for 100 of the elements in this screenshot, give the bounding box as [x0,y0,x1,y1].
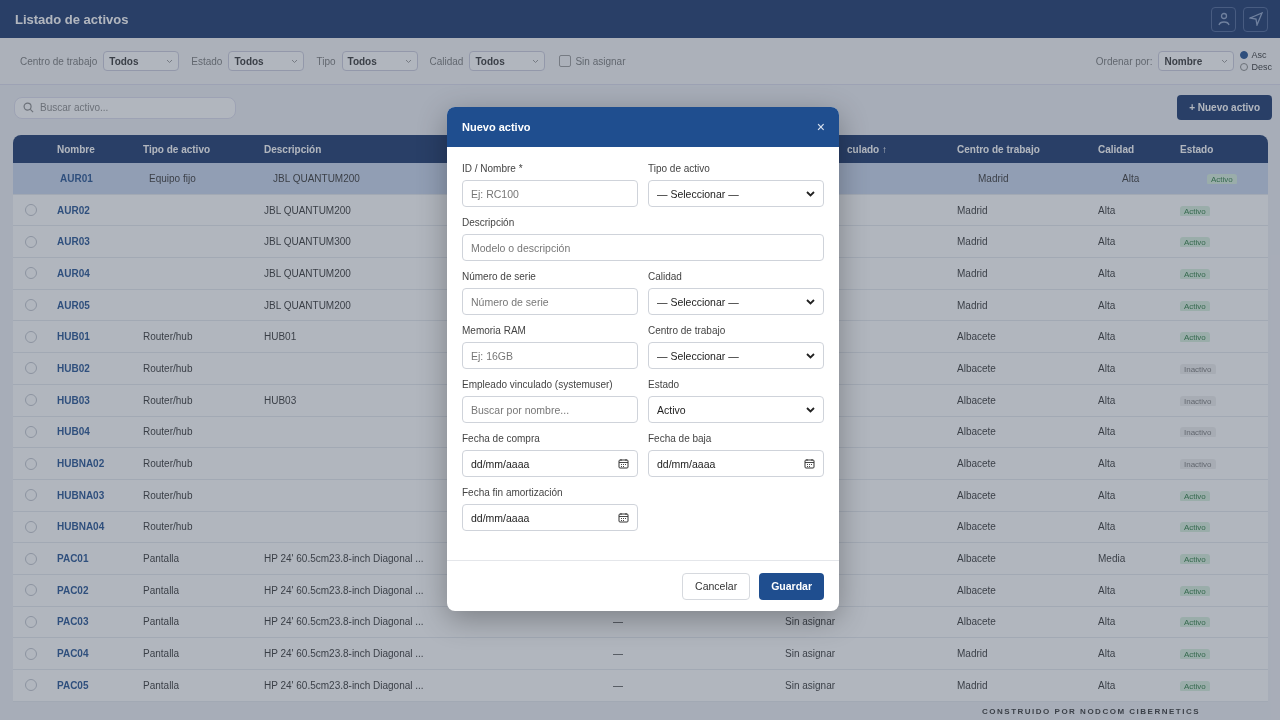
status-badge: Inactivo [1180,395,1216,406]
table-cell: Madrid [957,648,988,660]
table-cell: Alta [1098,394,1116,406]
table-cell: HUB03 [264,394,297,406]
table-cell: Albacete [957,616,996,628]
table-cell: Albacete [957,521,996,533]
table-cell: Madrid [957,267,988,279]
table-cell: Router/hub [143,362,193,374]
table-cell: Router/hub [143,426,193,438]
table-cell: Madrid [957,204,988,216]
status-badge: Activo [1180,268,1210,279]
field-label: Tipo de activo [648,163,711,174]
table-cell: Alta [1098,204,1116,216]
field-label: Fecha de baja [648,433,713,444]
table-cell: HUB01 [264,331,297,343]
table-cell: HP 24' 60.5cm23.8-inch Diagonal ... [264,679,424,691]
table-cell: Pantalla [143,616,180,628]
table-cell: Albacete [957,458,996,470]
status-badge: Activo [1180,554,1210,565]
status-badge: Inactivo [1180,427,1216,438]
table-cell: Alta [1098,489,1116,501]
table-cell: — [613,648,623,660]
table-cell: Alta [1098,236,1116,248]
field-label: Estado [648,379,681,390]
table-cell: Alta [1098,362,1116,374]
table-cell: Media [1098,553,1126,565]
table-cell: JBL QUANTUM300 [264,236,351,248]
table-cell: Sin asignar [785,679,836,691]
table-cell: JBL QUANTUM200 [264,299,351,311]
filter-label: Estado [191,55,223,67]
table-cell: Albacete [957,553,996,565]
status-badge: Inactivo [1180,459,1216,470]
status-badge: Activo [1180,522,1210,533]
status-badge: Activo [1180,237,1210,248]
table-cell: HP 24' 60.5cm23.8-inch Diagonal ... [264,584,424,596]
table-cell: Madrid [978,172,1009,184]
table-cell: Albacete [957,426,996,438]
table-cell: Madrid [957,236,988,248]
status-badge: Activo [1180,585,1210,596]
table-cell: Albacete [957,584,996,596]
table-cell: Alta [1098,267,1116,279]
status-badge: Activo [1207,173,1237,184]
table-cell: Alta [1098,616,1116,628]
table-cell: JBL QUANTUM200 [264,204,351,216]
status-badge: Activo [1180,332,1210,343]
table-cell: Alta [1098,426,1116,438]
table-cell: Alta [1098,299,1116,311]
table-cell: Router/hub [143,489,193,501]
table-cell: Alta [1098,458,1116,470]
field-label: Memoria RAM [462,325,527,336]
filter-label: Calidad [429,55,464,67]
table-cell: JBL QUANTUM200 [264,267,351,279]
table-cell: Equipo fijo [149,172,196,184]
table-cell: Router/hub [143,394,193,406]
table-cell: Alta [1122,172,1140,184]
table-cell: Alta [1098,584,1116,596]
table-cell: Albacete [957,394,996,406]
filter-label: Tipo [316,55,336,67]
table-cell: Sin asignar [785,616,836,628]
field-label: ID / Nombre * [462,163,524,174]
table-cell: Albacete [957,331,996,343]
table-cell: Pantalla [143,679,180,691]
table-cell: Pantalla [143,584,180,596]
table-cell: Pantalla [143,553,180,565]
table-cell: Albacete [957,362,996,374]
field-label: Fecha fin amortización [462,487,564,498]
table-cell: Pantalla [143,648,180,660]
status-badge: Activo [1180,300,1210,311]
table-cell: Router/hub [143,521,193,533]
table-cell: HP 24' 60.5cm23.8-inch Diagonal ... [264,648,424,660]
table-cell: Router/hub [143,458,193,470]
status-badge: Activo [1180,649,1210,660]
status-badge: Activo [1180,617,1210,628]
status-badge: Activo [1180,680,1210,691]
dialog-title: Nuevo activo [462,121,531,133]
table-cell: Madrid [957,299,988,311]
table-cell: Alta [1098,331,1116,343]
field-label: Fecha de compra [462,433,541,444]
status-badge: Inactivo [1180,363,1216,374]
table-cell: Albacete [957,489,996,501]
table-cell: — [613,679,623,691]
status-badge: Activo [1180,490,1210,501]
table-cell: Sin asignar [785,648,836,660]
status-badge: Activo [1180,205,1210,216]
filter-label: Centro de trabajo [20,55,98,67]
table-cell: Alta [1098,521,1116,533]
footer-credit: CONSTRUIDO POR NODCOM CIBERNETICS [982,707,1200,716]
table-cell: HP 24' 60.5cm23.8-inch Diagonal ... [264,616,424,628]
table-cell: Alta [1098,648,1116,660]
table-cell: JBL QUANTUM200 [273,172,360,184]
field-label: Calidad [648,271,683,282]
field-label: Empleado vinculado (systemuser) [462,379,614,390]
field-label: Descripción [462,217,516,228]
sort-label: Ordenar por: [1095,55,1153,67]
table-cell: HP 24' 60.5cm23.8-inch Diagonal ... [264,553,424,565]
table-cell: Madrid [957,679,988,691]
table-cell: Router/hub [143,331,193,343]
table-cell: Alta [1098,679,1116,691]
table-cell: — [613,616,623,628]
page-title: Listado de activos [15,11,130,27]
